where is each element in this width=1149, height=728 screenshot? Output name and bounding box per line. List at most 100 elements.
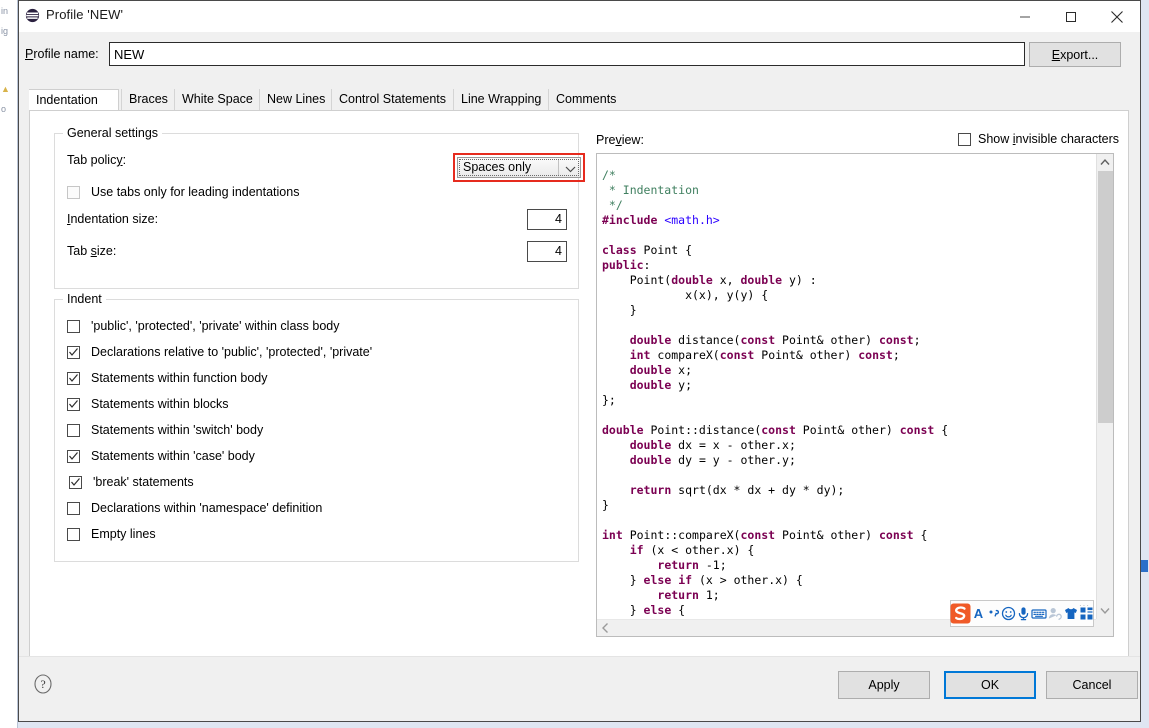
preview-code: /* * Indentation */ #include <math.h> cl… [602,167,949,617]
tab-label: New Lines [267,92,326,106]
indent-item-statements-switch-body[interactable]: Statements within 'switch' body [67,422,578,442]
sogou-ime-toolbar[interactable]: ··· A [950,600,1094,627]
tab-policy-highlight: Spaces only [453,153,585,182]
ok-button[interactable]: OK [944,671,1036,699]
indent-item-label: Declarations within 'namespace' definiti… [91,501,323,515]
sogou-logo-icon[interactable] [950,602,971,626]
tab-size-input[interactable]: 4 [527,241,567,262]
window-title: Profile 'NEW' [46,7,124,22]
indent-item-break-statements[interactable]: 'break' statements [69,474,578,494]
handwriting-icon[interactable] [1047,602,1063,626]
general-settings-group: General settings Tab policy: Spaces only… [54,126,585,289]
background-window-left: in ig ▲ o [0,0,18,728]
indent-item-empty-lines[interactable]: Empty lines [67,526,578,546]
tab-label: Braces [129,92,168,106]
eclipse-icon [25,8,40,23]
scroll-left-arrow-icon[interactable] [597,620,614,636]
tab-content-panel: General settings Tab policy: Spaces only… [29,111,1129,659]
indent-item-label: Statements within 'case' body [91,449,255,463]
indent-checkbox[interactable] [69,476,82,489]
indent-item-statements-case-body[interactable]: Statements within 'case' body [67,448,578,468]
emoji-icon[interactable] [1001,602,1016,626]
indent-item-label: Statements within blocks [91,397,229,411]
indent-item-label: 'break' statements [93,475,194,489]
tab-line-wrapping[interactable]: Line Wrapping [453,89,548,111]
tab-control-statements[interactable]: Control Statements [331,89,453,111]
title-bar: Profile 'NEW' [19,1,1140,32]
profile-name-label: Profile name: [25,47,99,61]
ime-drag-handle[interactable]: ··· [1079,601,1090,610]
skin-icon[interactable] [1063,602,1079,626]
indent-item-label: 'public', 'protected', 'private' within … [91,319,340,333]
preview-label: Preview: [596,133,644,147]
tab-indentation[interactable]: Indentation [29,89,119,111]
tab-strip: Indentation Braces White Space New Lines… [29,89,1129,111]
tab-label: White Space [182,92,253,106]
indent-item-declarations-namespace[interactable]: Declarations within 'namespace' definiti… [67,500,578,520]
tab-comments[interactable]: Comments [548,89,628,111]
general-settings-legend: General settings [63,126,163,140]
vertical-scrollbar-thumb[interactable] [1098,171,1113,423]
close-button[interactable] [1094,1,1140,32]
indent-item-declarations-relative[interactable]: Declarations relative to 'public', 'prot… [67,344,578,364]
indent-checkbox[interactable] [67,398,80,411]
show-invisible-characters-checkbox[interactable] [958,133,971,146]
indent-item-label: Statements within function body [91,371,268,385]
voice-input-icon[interactable] [1016,602,1031,626]
profile-dialog: Profile 'NEW' Profile name: Export... In… [18,0,1141,722]
tab-policy-combobox[interactable]: Spaces only [457,157,581,178]
show-invisible-characters-label: Show invisible characters [978,132,1120,146]
indent-checkbox[interactable] [67,424,80,437]
indent-item-label: Statements within 'switch' body [91,423,264,437]
use-tabs-leading-checkbox[interactable] [67,186,80,199]
tab-label: Comments [556,92,617,106]
tab-policy-value: Spaces only [463,160,532,174]
indent-item-label: Empty lines [91,527,156,541]
tab-braces[interactable]: Braces [121,89,174,111]
tab-label: Indentation [36,93,98,107]
indentation-size-input[interactable]: 4 [527,209,567,230]
input-mode-letter-icon[interactable]: A [971,602,986,626]
tab-label: Line Wrapping [461,92,542,106]
indent-checkbox[interactable] [67,502,80,515]
bg-ghost-text-1: in [1,6,9,16]
punctuation-icon[interactable] [986,602,1001,626]
indent-item-label: Declarations relative to 'public', 'prot… [91,345,373,359]
soft-keyboard-icon[interactable] [1031,602,1047,626]
export-button[interactable]: Export... [1029,42,1121,67]
scroll-up-arrow-icon[interactable] [1097,154,1113,171]
indent-item-statements-blocks[interactable]: Statements within blocks [67,396,578,416]
maximize-button[interactable] [1048,1,1094,32]
combobox-separator [558,160,559,175]
indent-checkbox[interactable] [67,450,80,463]
tab-white-space[interactable]: White Space [174,89,259,111]
indent-group: Indent 'public', 'protected', 'private' … [54,292,579,562]
tab-new-lines[interactable]: New Lines [259,89,331,111]
preview-vertical-scrollbar[interactable] [1096,154,1113,619]
use-tabs-leading-label: Use tabs only for leading indentations [91,185,300,199]
tab-policy-label: Tab policy: [67,153,127,167]
cancel-button[interactable]: Cancel [1046,671,1138,699]
indent-item-statements-function-body[interactable]: Statements within function body [67,370,578,390]
indent-checkbox[interactable] [67,320,80,333]
dialog-footer: ? Apply OK Cancel [19,656,1140,721]
profile-name-row: Profile name: Export... [19,32,1140,80]
chevron-down-icon [565,163,576,177]
bg-taskbar-swatch [1141,560,1148,572]
use-tabs-leading-row[interactable]: Use tabs only for leading indentations [67,184,578,204]
svg-text:A: A [974,606,984,621]
apply-button[interactable]: Apply [838,671,930,699]
indent-checkbox[interactable] [67,372,80,385]
indent-checkbox[interactable] [67,528,80,541]
minimize-button[interactable] [1002,1,1048,32]
indentation-size-label: Indentation size: [67,212,159,226]
svg-text:?: ? [40,677,45,691]
preview-code-panel: /* * Indentation */ #include <math.h> cl… [596,153,1114,637]
help-icon[interactable]: ? [33,674,53,694]
indent-item-access-specifiers[interactable]: 'public', 'protected', 'private' within … [67,318,578,338]
scroll-down-arrow-icon[interactable] [1097,602,1113,619]
bg-ghost-icon: ▲ [1,84,10,94]
indent-checkbox[interactable] [67,346,80,359]
profile-name-input[interactable] [109,42,1025,66]
indent-group-legend: Indent [63,292,106,306]
